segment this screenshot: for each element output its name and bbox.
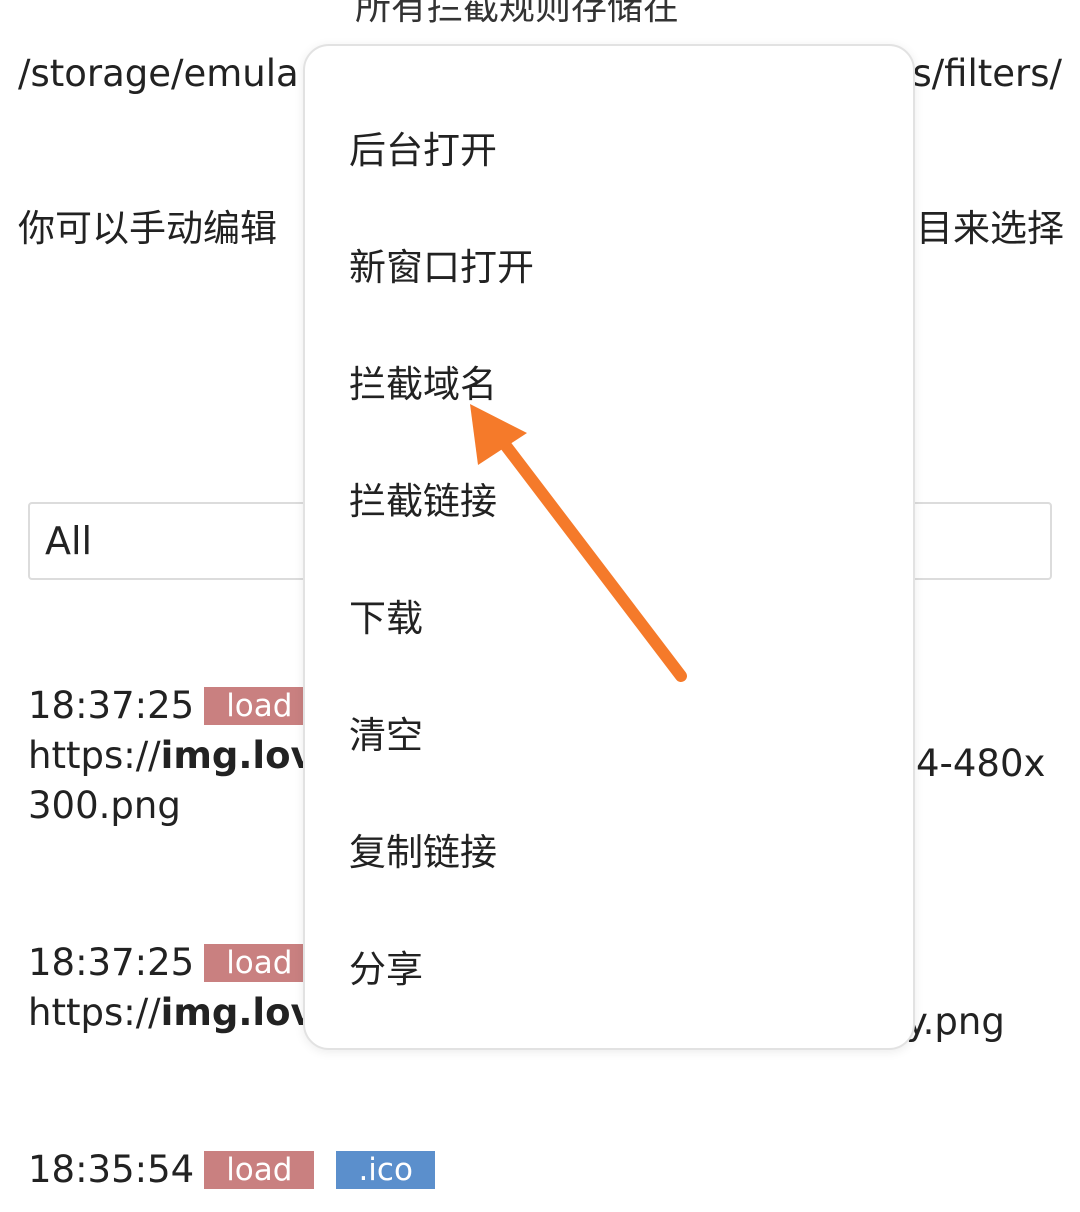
log-url-tail: y.png: [906, 1000, 1005, 1043]
log-time: 18:37:25: [28, 941, 195, 984]
menu-item-share[interactable]: 分享: [349, 939, 423, 993]
filters-path-text: /storage/emula: [18, 52, 299, 95]
log-url-tail: 4-480x: [916, 742, 1046, 785]
type-badge: load: [204, 686, 315, 725]
filters-path-tail: s/filters/: [912, 52, 1062, 95]
log-time: 18:37:25: [28, 684, 195, 727]
menu-item-download[interactable]: 下载: [349, 588, 423, 642]
log-time: 18:35:54: [28, 1148, 195, 1191]
menu-item-open-new-window[interactable]: 新窗口打开: [349, 237, 534, 291]
edit-hint-text: 你可以手动编辑: [18, 207, 277, 250]
menu-item-block-domain[interactable]: 拦截域名: [349, 354, 497, 408]
context-menu: 后台打开 新窗口打开 拦截域名 拦截链接 下载 清空 复制链接 分享: [303, 44, 915, 1050]
extension-badge: .ico: [336, 1150, 435, 1189]
menu-item-copy-link[interactable]: 复制链接: [349, 822, 497, 876]
list-item[interactable]: 18:35:54 load .ico: [28, 1148, 1058, 1191]
menu-item-open-background[interactable]: 后台打开: [349, 120, 497, 174]
edit-hint-tail: 目来选择: [916, 207, 1064, 250]
type-badge: load: [204, 1150, 315, 1189]
menu-item-block-link[interactable]: 拦截链接: [349, 471, 497, 525]
type-badge: load: [204, 943, 315, 982]
menu-item-clear[interactable]: 清空: [349, 705, 423, 759]
rules-storage-title: 所有拦截规则存储在: [355, 0, 680, 28]
page: 所有拦截规则存储在 /storage/emula s/filters/ 你可以手…: [0, 0, 1080, 1212]
